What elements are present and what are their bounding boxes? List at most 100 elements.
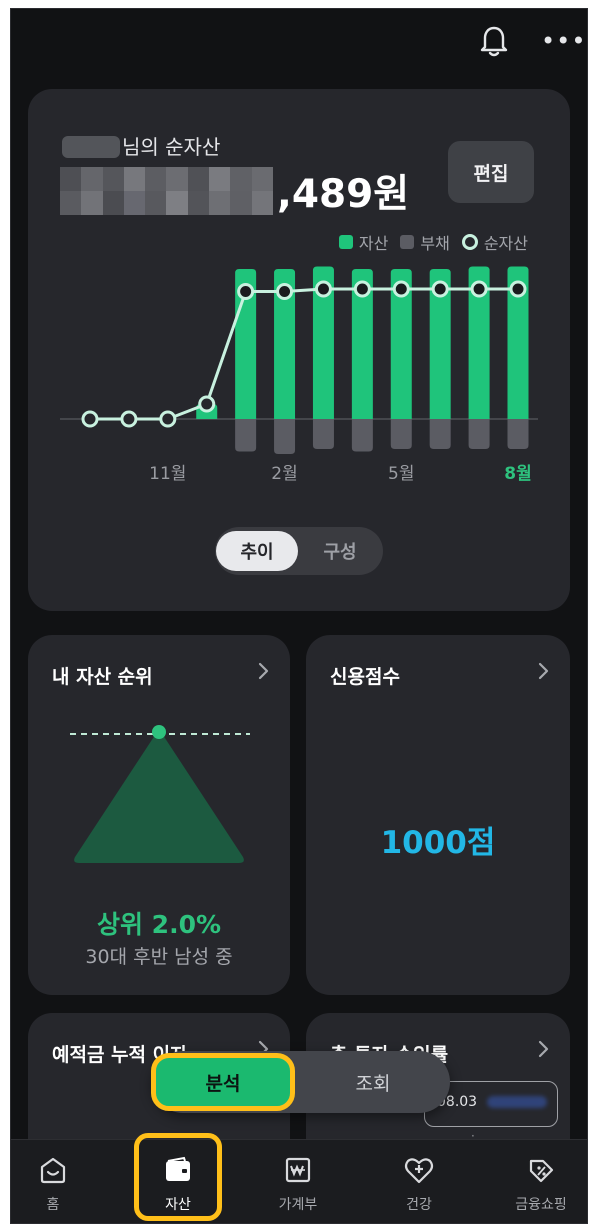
nav-assets[interactable]: 자산 [136,1140,220,1223]
owner-name-blur [62,136,120,158]
shopping-icon [529,1159,554,1183]
legend-asset: 자산 [338,230,389,254]
rank-triangle-graphic [70,725,250,863]
mask-pixel [251,191,273,215]
bottom-nav: 홈 자산 가계부 건강 금융쇼핑 [11,1139,587,1223]
mask-pixel [251,167,273,191]
net-worth-point [392,280,410,298]
legend-net: 순자산 [461,230,528,254]
debt-bar [390,419,412,449]
mask-pixel [209,191,231,215]
mask-pixel [166,191,188,215]
legend-debt: 부채 [400,230,450,254]
nav-health-label: 건강 [406,1197,432,1213]
credit-score-card[interactable]: 신용점수 1000점 [306,635,570,995]
nav-ledger[interactable]: 가계부 [256,1140,340,1223]
analysis-lookup-toggle: 분석 조회 [151,1051,450,1113]
rank-card-title: 내 자산 순위 [52,666,153,688]
ledger-icon [285,1157,311,1183]
amount-pixel-mask [60,167,273,215]
net-worth-point [431,280,449,298]
x-tick-label: 8월 [504,464,531,484]
nav-ledger-label: 가계부 [278,1197,318,1213]
legend-asset-swatch [338,235,353,249]
debt-bar [351,419,373,452]
tab-composition[interactable]: 구성 [299,531,381,571]
net-worth-line [90,287,518,421]
net-worth-amount: ,489원 [60,166,410,217]
nav-shopping-label: 금융쇼핑 [515,1197,567,1213]
analysis-tab[interactable]: 분석 [151,1053,295,1111]
mask-pixel [81,167,103,191]
net-worth-card: 님의 순자산 ,489원 편집 자산 부채 순자산 11월 2월 5월 8월 추이 구… [28,89,570,611]
wallet-icon [166,1156,190,1181]
rank-percent: 상위 2.0% [96,910,222,939]
amount-visible: ,489원 [277,172,410,217]
credit-card-title: 신용점수 [330,666,400,688]
debt-bar [235,419,257,452]
net-worth-point [470,280,488,298]
mask-pixel [102,167,124,191]
net-worth-point [276,283,294,300]
net-worth-point [81,410,99,428]
net-worth-point [314,280,332,298]
mask-pixel [166,167,188,191]
x-tick-label: 2월 [271,464,297,484]
net-worth-point [198,395,216,413]
x-tick-label: 11월 [149,464,186,484]
mask-pixel [230,167,252,191]
mask-pixel [123,191,146,215]
legend-asset-label: 자산 [358,234,389,253]
net-worth-point [509,280,527,298]
legend-debt-label: 부채 [420,234,450,253]
nav-assets-label: 자산 [165,1197,191,1213]
credit-score-value: 1000점 [380,825,496,861]
debt-bar [468,419,490,449]
asset-rank-card[interactable]: 내 자산 순위 상위 2.0% 30대 후반 남성 중 [28,635,290,995]
more-icon[interactable]: ••• [541,29,585,55]
mask-pixel [60,191,82,215]
debt-bar [312,419,334,449]
edit-button[interactable]: 편집 [448,141,534,203]
health-icon [404,1158,434,1184]
debt-bar [507,419,529,449]
lookup-tab[interactable]: 조회 [302,1057,444,1107]
mask-pixel [123,167,146,191]
app-screen: ••• 님의 순자산 ,489원 편집 자산 부채 순자산 11월 2월 5월 8월 … [10,8,588,1224]
owner-label: 님의 순자산 [122,135,221,159]
rank-group: 30대 후반 남성 중 [85,946,233,968]
mask-pixel [209,167,231,191]
mask-pixel [145,167,167,191]
legend-net-ring [461,234,478,250]
nav-home[interactable]: 홈 [11,1140,95,1223]
nav-health[interactable]: 건강 [377,1140,461,1223]
net-worth-point [159,410,177,428]
net-worth-point [237,283,255,300]
net-worth-chart[interactable]: 11월 2월 5월 8월 [28,259,570,489]
top-bar: ••• [11,9,587,81]
tab-trend[interactable]: 추이 [216,531,298,571]
chevron-right-icon[interactable] [534,657,554,685]
legend-net-label: 순자산 [483,234,528,253]
mask-pixel [102,191,124,215]
invest-value-blur [487,1096,548,1108]
chevron-right-icon[interactable] [534,1035,554,1063]
net-worth-point [120,410,138,428]
owner-line: 님의 순자산 [62,131,220,160]
mask-pixel [60,167,82,191]
home-icon [40,1157,66,1184]
nav-shopping[interactable]: 금융쇼핑 [499,1140,583,1223]
x-tick-label: 5월 [388,464,414,484]
bell-icon[interactable] [478,25,510,59]
mask-pixel [187,167,210,191]
chart-legend: 자산 부채 순자산 [338,230,528,254]
mask-pixel [145,191,167,215]
legend-debt-swatch [400,235,415,249]
debt-bar [274,419,296,454]
chevron-right-icon[interactable] [254,657,274,685]
mask-pixel [187,191,210,215]
mask-pixel [230,191,252,215]
chart-toggle: 추이 구성 [215,527,383,575]
net-worth-point [353,280,371,298]
mask-pixel [81,191,103,215]
